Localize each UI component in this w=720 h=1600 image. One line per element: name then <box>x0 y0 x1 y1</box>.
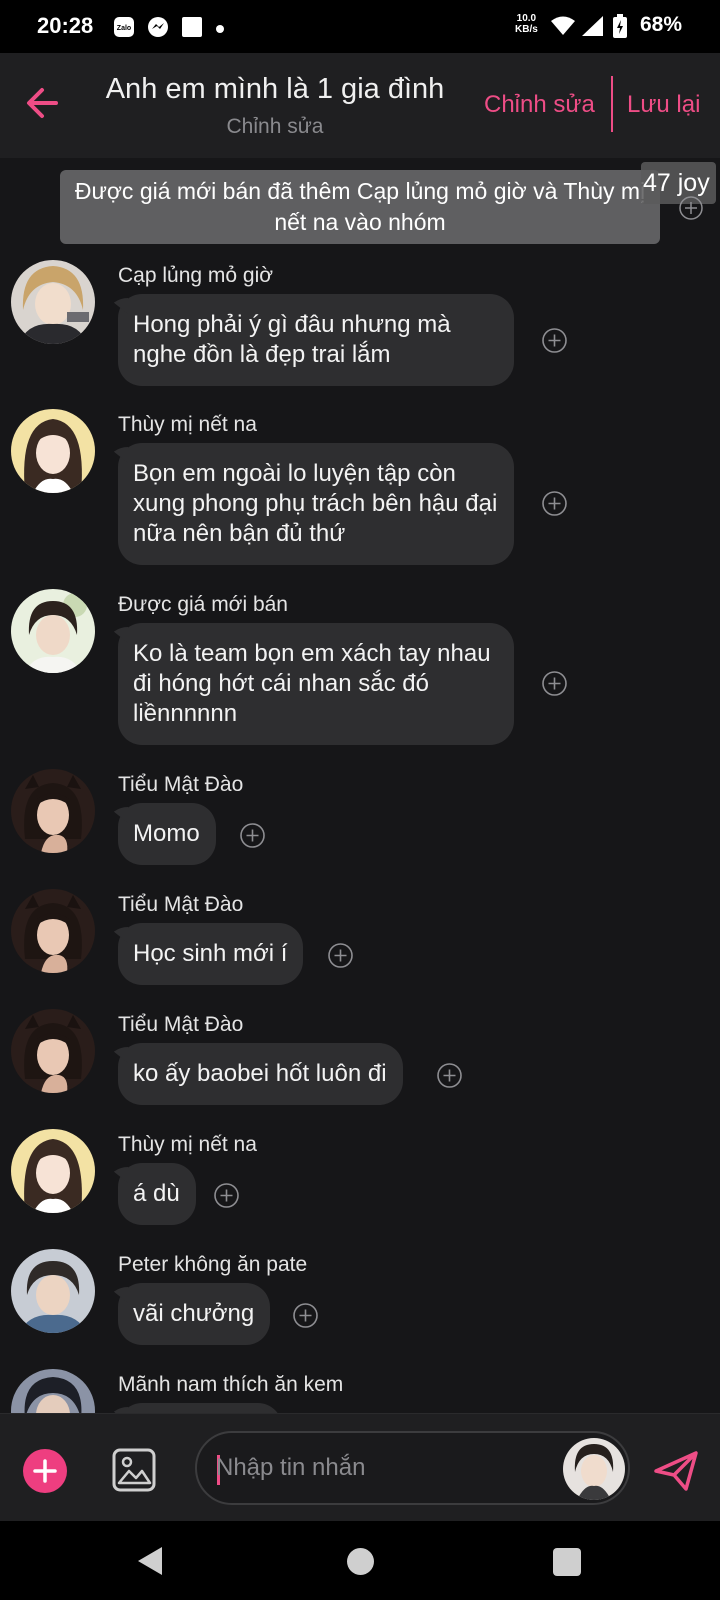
system-notice: Được giá mới bán đã thêm Cạp lủng mỏ giờ… <box>60 170 660 244</box>
net-speed-unit: KB/s <box>515 24 538 35</box>
nav-recents-icon[interactable] <box>553 1548 581 1576</box>
chat-header: Anh em mình là 1 gia đình Chỉnh sửa Chỉn… <box>0 53 720 158</box>
avatar[interactable] <box>11 1129 95 1213</box>
avatar[interactable] <box>11 769 95 853</box>
messenger-icon <box>147 16 169 43</box>
status-bar: 20:28 Zalo 10.0 KB/s 68% <box>0 0 720 53</box>
avatar[interactable] <box>11 1369 95 1413</box>
avatar[interactable] <box>11 589 95 673</box>
sender-name: Tiểu Mật Đào <box>118 1013 244 1036</box>
send-icon[interactable] <box>652 1447 700 1495</box>
svg-text:Zalo: Zalo <box>117 25 131 32</box>
sender-name: Cạp lủng mỏ giờ <box>118 264 274 287</box>
sender-name: Tiểu Mật Đào <box>118 773 244 796</box>
avatar[interactable] <box>11 409 95 493</box>
sender-name: Tiểu Mật Đào <box>118 893 244 916</box>
message-bubble[interactable]: á dù <box>118 1163 196 1225</box>
group-title[interactable]: Anh em mình là 1 gia đình <box>95 73 455 106</box>
add-reaction-icon[interactable] <box>214 1183 239 1208</box>
back-arrow-icon[interactable] <box>22 83 62 123</box>
add-reaction-icon[interactable] <box>240 823 265 848</box>
message-bubble[interactable]: Bọn em ngoài lo luyện tập còn xung phong… <box>118 443 514 565</box>
message-bubble[interactable] <box>118 1403 282 1413</box>
avatar[interactable] <box>11 1249 95 1333</box>
message-bubble[interactable]: Hong phải ý gì đâu nhưng mà nghe đồn là … <box>118 294 514 386</box>
sender-name: Thùy mị nết na <box>118 1133 257 1156</box>
sender-name: Peter không ăn pate <box>118 1253 308 1276</box>
sticker-avatar[interactable] <box>563 1438 625 1500</box>
avatar[interactable] <box>11 1009 95 1093</box>
message-bubble[interactable]: Momo <box>118 803 216 865</box>
avatar[interactable] <box>11 889 95 973</box>
message-list[interactable]: Được giá mới bán đã thêm Cạp lủng mỏ giờ… <box>0 158 720 1413</box>
signal-icon <box>582 16 604 41</box>
header-divider <box>611 76 613 132</box>
add-reaction-icon[interactable] <box>437 1063 462 1088</box>
message-bubble[interactable]: vãi chưởng <box>118 1283 271 1345</box>
sender-name: Mãnh nam thích ăn kem <box>118 1373 344 1396</box>
net-speed: 10.0 KB/s <box>515 13 538 35</box>
add-reaction-icon[interactable] <box>328 943 353 968</box>
composer: Nhập tin nhắn <box>0 1413 720 1521</box>
sender-name: Thùy mị nết na <box>118 413 257 436</box>
battery-percent: 68% <box>640 13 683 36</box>
nav-back-icon[interactable] <box>136 1545 164 1582</box>
message-bubble[interactable]: Ko là team bọn em xách tay nhau đi hóng … <box>118 623 514 745</box>
avatar[interactable] <box>11 260 95 344</box>
system-nav-bar <box>0 1521 720 1600</box>
message-bubble[interactable]: ko ấy baobei hốt luôn đi <box>118 1043 403 1105</box>
battery-charging-icon <box>613 14 627 43</box>
status-time: 20:28 <box>37 13 94 38</box>
add-reaction-icon[interactable] <box>542 491 567 516</box>
dot-icon <box>216 20 224 38</box>
message-input[interactable]: Nhập tin nhắn <box>195 1431 630 1505</box>
group-subtitle: Chỉnh sửa <box>226 115 324 138</box>
net-speed-value: 10.0 <box>516 13 537 24</box>
sender-name: Được giá mới bán <box>118 593 288 616</box>
add-attachment-button[interactable] <box>23 1449 67 1493</box>
edit-button[interactable]: Chỉnh sửa <box>484 91 595 119</box>
message-bubble[interactable]: Học sinh mới í <box>118 923 304 985</box>
nav-home-icon[interactable] <box>347 1548 374 1575</box>
message-input-placeholder: Nhập tin nhắn <box>216 1454 366 1481</box>
square-icon <box>181 16 203 43</box>
zalo-icon: Zalo <box>113 16 135 43</box>
add-reaction-icon[interactable] <box>679 196 703 225</box>
add-reaction-icon[interactable] <box>542 328 567 353</box>
add-reaction-icon[interactable] <box>293 1303 318 1328</box>
image-picker-icon[interactable] <box>111 1447 157 1493</box>
save-button[interactable]: Lưu lại <box>627 91 700 119</box>
add-reaction-icon[interactable] <box>542 671 567 696</box>
wifi-icon <box>551 16 575 41</box>
